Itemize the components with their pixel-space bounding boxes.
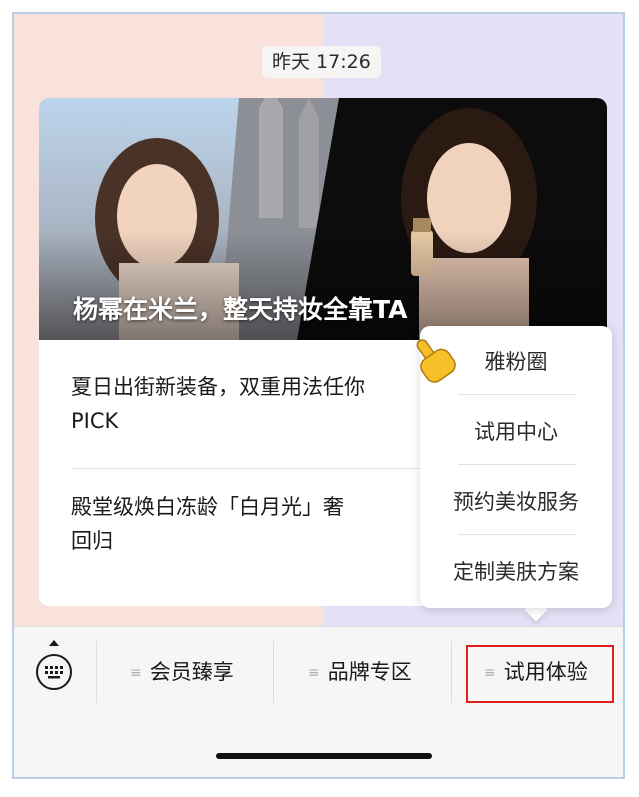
tab-label: 试用体验: [503, 660, 588, 684]
bottom-menu-bar: ≡ 会员臻享 ≡ 品牌专区 ≡ 试用体验: [14, 626, 623, 777]
submenu-divider: [458, 394, 576, 395]
article-title-line: 夏日出街新装备，双重用法任你: [71, 375, 365, 399]
article-item[interactable]: 殿堂级焕白冻龄「白月光」奢 回归: [71, 490, 451, 558]
phone-screen: 昨天 17:26 杨幂在米兰，整天持妆全靠TA 夏日出街新装备，双重用法任你 P…: [12, 12, 625, 779]
tab-separator: [451, 641, 452, 703]
submenu-item-skincare-plan[interactable]: 定制美肤方案: [420, 556, 612, 586]
submenu-divider: [458, 464, 576, 465]
submenu-item-beauty-booking[interactable]: 预约美妆服务: [420, 486, 612, 516]
article-title-line: PICK: [71, 409, 119, 433]
hero-title: 杨幂在米兰，整天持妆全靠TA: [73, 295, 408, 324]
article-item[interactable]: 夏日出街新装备，双重用法任你 PICK: [71, 370, 451, 438]
article-title-line: 回归: [71, 529, 113, 553]
pointing-hand-icon: [416, 339, 456, 383]
home-indicator: [216, 753, 432, 759]
menu-lines-icon: ≡: [484, 665, 496, 681]
tab-member-benefits[interactable]: ≡ 会员臻享: [130, 657, 234, 687]
tab-separator: [96, 641, 97, 703]
tab-label: 会员臻享: [149, 660, 234, 684]
tab-separator: [273, 641, 274, 703]
submenu-item-trial-center[interactable]: 试用中心: [420, 416, 612, 446]
submenu-divider: [458, 534, 576, 535]
hero-article[interactable]: 杨幂在米兰，整天持妆全靠TA: [39, 98, 607, 340]
article-title-line: 殿堂级焕白冻龄「白月光」奢: [71, 495, 344, 519]
tab-label: 品牌专区: [327, 660, 412, 684]
keyboard-grid-icon: [45, 666, 63, 679]
tab-trial-experience[interactable]: ≡ 试用体验: [484, 657, 588, 687]
keyboard-icon[interactable]: [36, 654, 72, 690]
tab-brand-zone[interactable]: ≡ 品牌专区: [308, 657, 412, 687]
menu-lines-icon: ≡: [130, 665, 142, 681]
message-timestamp: 昨天 17:26: [262, 46, 381, 78]
caret-up-icon: [49, 640, 59, 646]
menu-lines-icon: ≡: [308, 665, 320, 681]
